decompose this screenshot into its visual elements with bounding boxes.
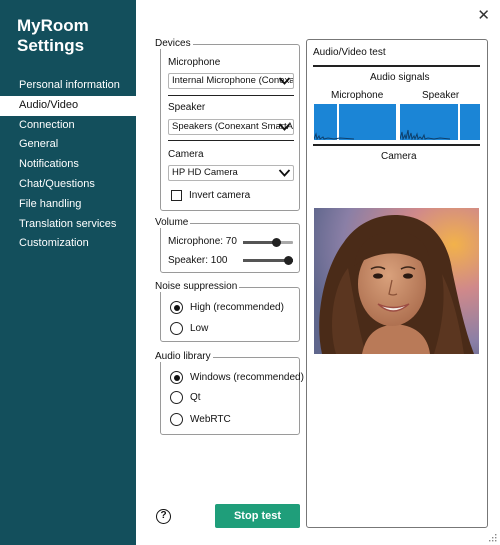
camera-label: Camera (168, 149, 204, 160)
microphone-volume-thumb[interactable] (271, 238, 281, 247)
camera-select[interactable]: HP HD Camera (168, 165, 294, 181)
app-title: MyRoom Settings (17, 16, 89, 55)
speaker-select[interactable]: Speakers (Conexant SmartAudio (168, 119, 294, 135)
sidebar: MyRoom Settings Personal information Aud… (0, 0, 136, 545)
chevron-down-icon (278, 169, 291, 177)
speaker-volume-slider[interactable] (243, 256, 293, 265)
sidebar-item-notifications[interactable]: Notifications (0, 155, 136, 175)
speaker-label: Speaker (168, 102, 206, 113)
audio-signals-label: Audio signals (370, 72, 430, 83)
microphone-label: Microphone (168, 57, 221, 68)
microphone-volume-slider[interactable] (243, 238, 293, 247)
microphone-volume-label: Microphone: 70 (168, 236, 237, 247)
sidebar-item-audio-video[interactable]: Audio/Video (0, 95, 136, 116)
noise-suppression-legend: Noise suppression (153, 281, 240, 292)
speaker-volume-thumb[interactable] (284, 256, 293, 265)
noise-low-label: Low (190, 323, 209, 334)
camera-select-value: HP HD Camera (172, 167, 238, 178)
help-icon[interactable]: ? (156, 509, 171, 524)
devices-separator (168, 95, 294, 96)
library-webrtc-radio[interactable] (170, 413, 183, 426)
camera-preview (314, 208, 479, 354)
microphone-select[interactable]: Internal Microphone (Conexant (168, 73, 294, 89)
resize-grip-icon[interactable] (488, 533, 497, 542)
microphone-waveform (314, 132, 355, 140)
test-speaker-label: Speaker (422, 90, 460, 101)
speaker-select-value: Speakers (Conexant SmartAudio (172, 121, 293, 132)
close-icon[interactable]: ✕ (477, 6, 490, 24)
devices-separator (168, 140, 294, 141)
sidebar-item-customization[interactable]: Customization (0, 234, 136, 254)
noise-low-radio[interactable] (170, 322, 183, 335)
noise-suppression-group: Noise suppression High (recommended) Low (153, 281, 300, 342)
microphone-select-value: Internal Microphone (Conexant (172, 75, 294, 86)
stop-test-button[interactable]: Stop test (215, 504, 300, 528)
sidebar-item-personal-information[interactable]: Personal information (0, 76, 136, 96)
sidebar-item-file-handling[interactable]: File handling (0, 195, 136, 215)
devices-legend: Devices (153, 38, 193, 49)
speaker-waveform (400, 129, 451, 140)
test-microphone-label: Microphone (331, 90, 384, 101)
audio-library-group: Audio library Windows (recommended) Qt W… (153, 351, 304, 435)
library-windows-radio[interactable] (170, 371, 183, 384)
chevron-down-icon (278, 123, 291, 131)
library-qt-label: Qt (190, 392, 201, 403)
sidebar-item-translation-services[interactable]: Translation services (0, 215, 136, 235)
speaker-volume-label: Speaker: 100 (168, 255, 228, 266)
test-camera-label: Camera (381, 151, 417, 162)
test-separator (313, 65, 480, 67)
noise-high-label: High (recommended) (190, 302, 284, 313)
library-windows-label: Windows (recommended) (190, 372, 304, 383)
library-webrtc-label: WebRTC (190, 414, 231, 425)
sidebar-nav: Personal information Audio/Video Connect… (0, 76, 136, 254)
sidebar-item-connection[interactable]: Connection (0, 116, 136, 136)
invert-camera-label: Invert camera (189, 190, 251, 201)
chevron-down-icon (278, 77, 291, 85)
sidebar-item-general[interactable]: General (0, 135, 136, 155)
invert-camera-checkbox[interactable] (171, 190, 182, 201)
library-qt-radio[interactable] (170, 391, 183, 404)
sidebar-item-chat-questions[interactable]: Chat/Questions (0, 175, 136, 195)
noise-high-radio[interactable] (170, 301, 183, 314)
volume-group: Volume Microphone: 70 Speaker: 100 (153, 217, 300, 273)
volume-legend: Volume (153, 217, 191, 228)
devices-group: Devices Microphone Internal Microphone (… (153, 38, 300, 211)
audio-video-test-title: Audio/Video test (313, 47, 386, 58)
audio-library-legend: Audio library (153, 351, 213, 362)
signals-separator (313, 144, 480, 146)
